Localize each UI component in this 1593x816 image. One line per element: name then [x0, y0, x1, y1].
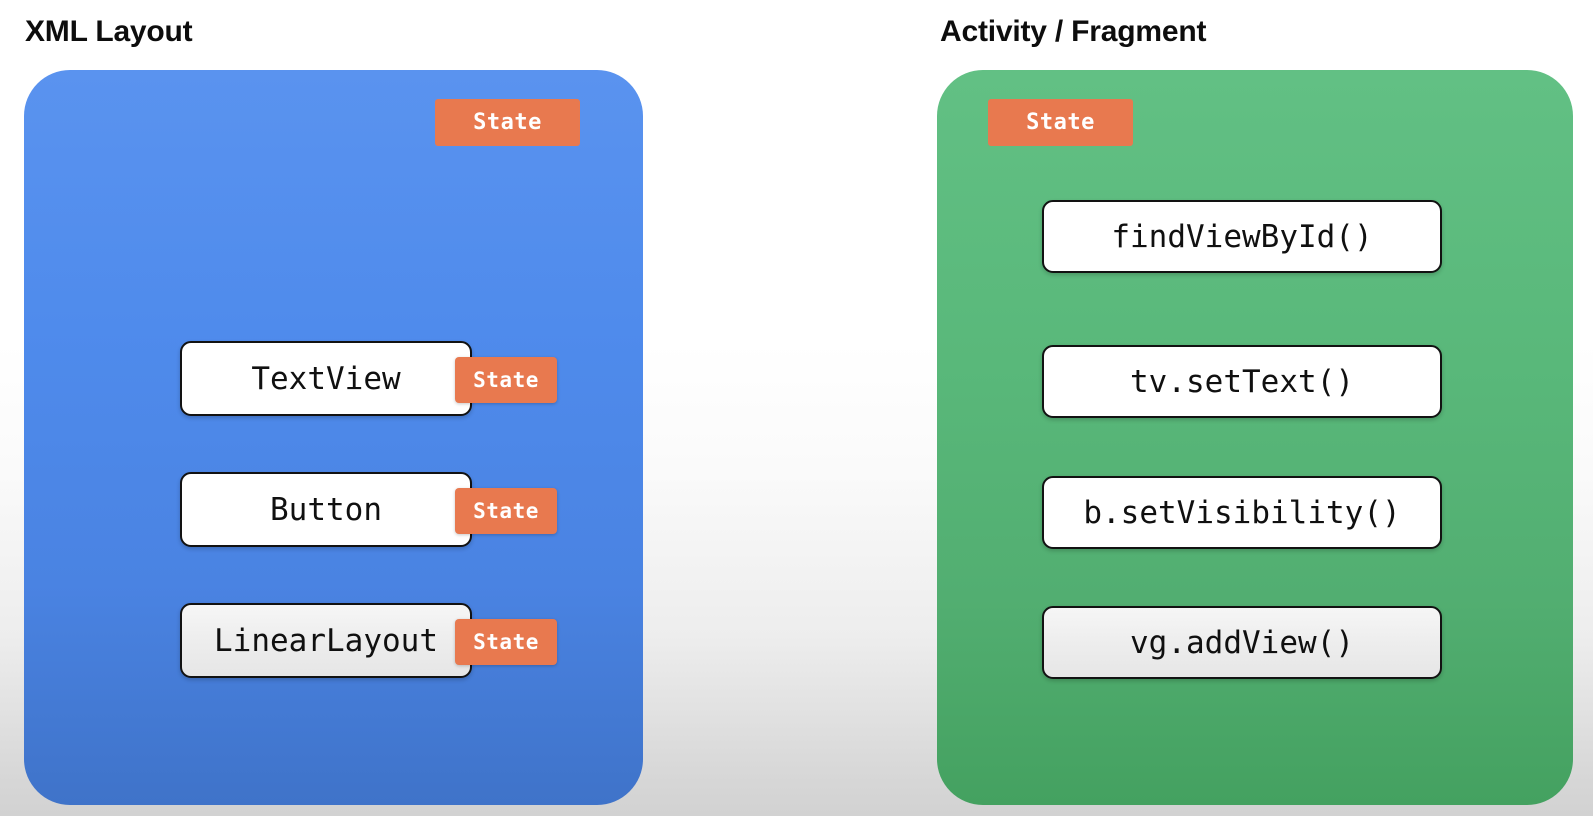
state-badge-textview: State — [455, 357, 557, 403]
node-settext[interactable]: tv.setText() — [1042, 345, 1442, 418]
xml-layout-panel: State TextView State Button State Linear… — [24, 70, 643, 805]
state-badge-xml-panel: State — [435, 99, 580, 146]
node-setvisibility-label: b.setVisibility() — [1083, 494, 1401, 531]
state-badge-button: State — [455, 488, 557, 534]
node-button-label: Button — [270, 491, 382, 528]
activity-fragment-title: Activity / Fragment — [940, 15, 1207, 48]
activity-fragment-panel: State findViewById() tv.setText() b.setV… — [937, 70, 1573, 805]
node-button[interactable]: Button — [180, 472, 472, 547]
node-textview-label: TextView — [251, 360, 401, 397]
node-linearlayout-label: LinearLayout — [214, 622, 438, 659]
node-textview[interactable]: TextView — [180, 341, 472, 416]
node-settext-label: tv.setText() — [1130, 363, 1354, 400]
node-addview[interactable]: vg.addView() — [1042, 606, 1442, 679]
node-setvisibility[interactable]: b.setVisibility() — [1042, 476, 1442, 549]
diagram-canvas: XML Layout State TextView State Button S… — [0, 0, 1593, 816]
state-badge-linearlayout: State — [455, 619, 557, 665]
state-badge-activity-panel: State — [988, 99, 1133, 146]
node-linearlayout[interactable]: LinearLayout — [180, 603, 472, 678]
node-findviewbyid-label: findViewById() — [1111, 218, 1373, 255]
xml-layout-title: XML Layout — [25, 15, 193, 48]
node-findviewbyid[interactable]: findViewById() — [1042, 200, 1442, 273]
node-addview-label: vg.addView() — [1130, 624, 1354, 661]
